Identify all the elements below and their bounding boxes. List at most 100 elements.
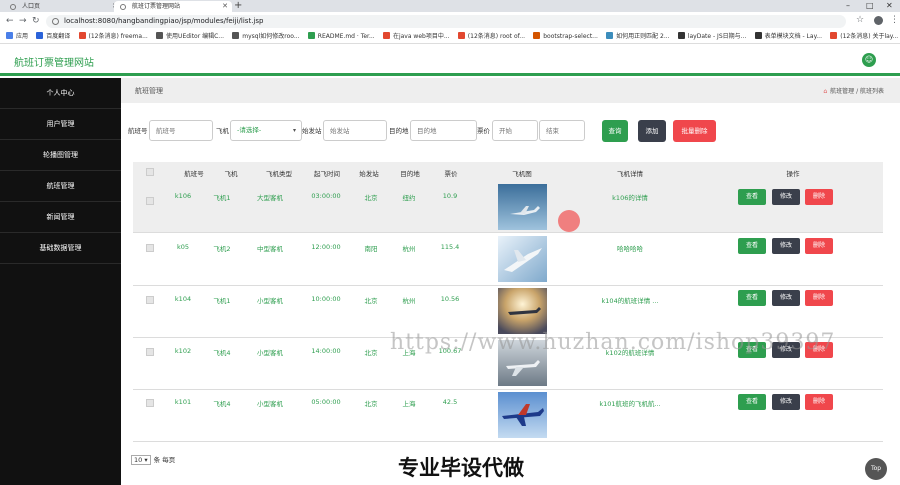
plane-select[interactable]: -请选择- ▾ bbox=[230, 120, 302, 141]
plane-cell: 飞机4 bbox=[213, 349, 231, 357]
row-checkbox[interactable] bbox=[146, 348, 154, 356]
page-size-select[interactable]: 10 ▾ bbox=[131, 455, 151, 465]
sidebar-item-news[interactable]: 新闻管理 bbox=[0, 202, 121, 233]
user-icon[interactable]: ☺ bbox=[862, 53, 876, 67]
column-header: 起飞时间 bbox=[314, 170, 340, 178]
departure-time-cell: 14:00:00 bbox=[311, 347, 341, 355]
edit-button[interactable]: 修改 bbox=[772, 238, 800, 254]
bookmark-favicon-icon bbox=[533, 32, 541, 39]
destination-input[interactable] bbox=[410, 120, 477, 141]
profile-icon[interactable] bbox=[874, 16, 883, 25]
departure-time-cell: 12:00:00 bbox=[311, 243, 341, 251]
breadcrumb: 航班管理 ⌂ 航班管理 / 航班列表 bbox=[121, 78, 900, 103]
bookmark-star-icon[interactable]: ☆ bbox=[856, 15, 864, 25]
close-tab-icon[interactable]: ✕ bbox=[222, 1, 228, 12]
departure-time-cell: 05:00:00 bbox=[311, 398, 341, 406]
sidebar-item-profile[interactable]: 个人中心 bbox=[0, 78, 121, 109]
maximize-icon[interactable]: □ bbox=[866, 0, 874, 12]
batch-delete-button[interactable]: 批量删除 bbox=[673, 120, 716, 142]
add-button[interactable]: 添加 bbox=[638, 120, 666, 142]
bookmark-item[interactable]: 如何用正则匹配 2... bbox=[606, 30, 670, 43]
back-to-top-button[interactable]: Top bbox=[865, 458, 887, 480]
sidebar-item-carousel[interactable]: 轮播图管理 bbox=[0, 140, 121, 171]
destination-cell: 上海 bbox=[402, 400, 416, 408]
bookmark-item[interactable]: (12条消息) root of... bbox=[457, 30, 525, 43]
sidebar-item-flights[interactable]: 航班管理 bbox=[0, 171, 121, 202]
flight-table: 航班号 飞机 飞机类型 起飞时间 始发站 目的地 票价 飞机图 飞机详情 操作 … bbox=[133, 162, 883, 444]
plane-cell: 飞机1 bbox=[213, 194, 231, 202]
browser-menu-icon[interactable]: ⋮ bbox=[890, 15, 899, 25]
bookmark-favicon-icon bbox=[606, 32, 614, 39]
bookmark-favicon-icon bbox=[754, 32, 762, 39]
view-button[interactable]: 查看 bbox=[738, 290, 766, 306]
home-icon[interactable]: ⌂ bbox=[823, 88, 827, 95]
plane-image bbox=[498, 392, 547, 438]
row-checkbox[interactable] bbox=[146, 399, 154, 407]
plane-detail-cell: 哈哈哈哈 bbox=[617, 245, 643, 253]
watermark-url: https://www.huzhan.com/ishop39397 bbox=[390, 330, 836, 355]
departure-cell: 北京 bbox=[364, 297, 378, 305]
departure-input[interactable] bbox=[323, 120, 387, 141]
destination-label: 目的地 bbox=[389, 127, 409, 135]
bookmark-item[interactable]: 应用 bbox=[6, 30, 28, 43]
flight-no-cell: k102 bbox=[174, 347, 192, 355]
bookmark-item[interactable]: (12条消息) freema... bbox=[78, 30, 148, 43]
bookmark-item[interactable]: 使用UEditor 编辑C... bbox=[156, 30, 224, 43]
flight-no-input[interactable] bbox=[149, 120, 213, 141]
browser-tab-2[interactable]: 航班订票管理网站 ✕ bbox=[114, 1, 232, 12]
reload-icon[interactable]: ↻ bbox=[32, 15, 40, 27]
view-button[interactable]: 查看 bbox=[738, 189, 766, 205]
site-info-icon[interactable] bbox=[52, 18, 59, 25]
new-tab-icon[interactable]: + bbox=[234, 0, 242, 12]
column-header: 航班号 bbox=[184, 170, 204, 178]
page-favicon-icon bbox=[120, 4, 126, 10]
bookmark-item[interactable]: layDate - JS日期与... bbox=[677, 30, 746, 43]
bookmark-item[interactable]: README.md · Ter... bbox=[307, 30, 375, 43]
plane-image bbox=[498, 288, 547, 334]
query-button[interactable]: 查询 bbox=[602, 120, 628, 142]
bookmark-item[interactable]: bootstrap-select... bbox=[533, 30, 598, 43]
watermark-caption: 专业毕设代做 bbox=[398, 456, 524, 480]
delete-button[interactable]: 删除 bbox=[805, 290, 833, 306]
bookmark-item[interactable]: 在java web项目中... bbox=[382, 30, 450, 43]
pagination: 10 ▾ 条 每页 bbox=[131, 454, 175, 465]
bookmark-item[interactable]: 百度翻译 bbox=[36, 30, 70, 43]
row-checkbox[interactable] bbox=[146, 244, 154, 252]
price-cell: 10.56 bbox=[440, 295, 460, 303]
view-button[interactable]: 查看 bbox=[738, 238, 766, 254]
edit-button[interactable]: 修改 bbox=[772, 189, 800, 205]
price-cell: 42.5 bbox=[442, 398, 458, 406]
bookmark-favicon-icon bbox=[307, 32, 315, 39]
flight-no-cell: k05 bbox=[176, 243, 190, 251]
select-all-checkbox[interactable] bbox=[146, 168, 154, 176]
delete-button[interactable]: 删除 bbox=[805, 189, 833, 205]
table-header: 航班号 飞机 飞机类型 起飞时间 始发站 目的地 票价 飞机图 飞机详情 操作 bbox=[133, 162, 883, 181]
sidebar-item-users[interactable]: 用户管理 bbox=[0, 109, 121, 140]
edit-button[interactable]: 修改 bbox=[772, 394, 800, 410]
bookmark-item[interactable]: (12条消息) 关于lay... bbox=[830, 30, 898, 43]
minimize-icon[interactable]: – bbox=[846, 0, 850, 12]
bookmark-item[interactable]: 表单模块文档 - Lay... bbox=[754, 30, 822, 43]
price-end-input[interactable] bbox=[539, 120, 585, 141]
forward-icon[interactable]: → bbox=[19, 15, 27, 27]
sidebar-item-basic-data[interactable]: 基础数据管理 bbox=[0, 233, 121, 264]
close-window-icon[interactable]: ✕ bbox=[886, 0, 893, 12]
delete-button[interactable]: 删除 bbox=[805, 394, 833, 410]
destination-cell: 纽约 bbox=[402, 194, 416, 202]
browser-tab-1[interactable]: 人口页 ✕ bbox=[4, 1, 122, 12]
search-bar: 航班号 飞机 -请选择- ▾ 始发站 目的地 票价 查询 添加 批量删除 bbox=[121, 118, 900, 142]
main-content: 航班管理 ⌂航班管理 / 航班列表 航班号 飞机 -请选择- ▾ 始发站 目的地… bbox=[121, 78, 900, 485]
price-start-input[interactable] bbox=[492, 120, 538, 141]
row-checkbox[interactable] bbox=[146, 296, 154, 304]
plane-detail-cell: k101航班的飞机航... bbox=[599, 400, 661, 408]
row-checkbox[interactable] bbox=[146, 197, 154, 205]
url-input[interactable]: localhost:8080/hangbandingpiao/jsp/modul… bbox=[46, 15, 846, 28]
table-row: k05 飞机2 中型客机 12:00:00 南阳 杭州 115.4 哈哈哈哈 查… bbox=[133, 234, 883, 286]
view-button[interactable]: 查看 bbox=[738, 394, 766, 410]
bookmark-item[interactable]: mysql如何修改roo... bbox=[232, 30, 300, 43]
url-text: localhost:8080/hangbandingpiao/jsp/modul… bbox=[64, 17, 264, 25]
departure-cell: 北京 bbox=[364, 349, 378, 357]
delete-button[interactable]: 删除 bbox=[805, 238, 833, 254]
edit-button[interactable]: 修改 bbox=[772, 290, 800, 306]
back-icon[interactable]: ← bbox=[6, 15, 14, 27]
